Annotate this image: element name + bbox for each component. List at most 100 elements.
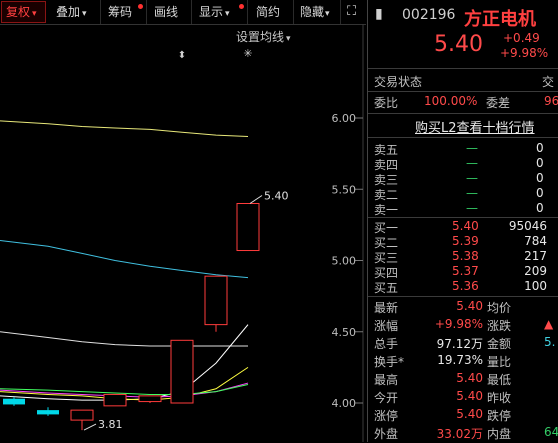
stat-label: 最低 [487, 373, 512, 387]
trade-status-value: 交 [542, 75, 555, 89]
notification-dot-icon [239, 4, 244, 9]
order-ratio-value: 100.00% [424, 94, 478, 108]
overlay-button[interactable]: 叠加 ▾ [52, 0, 101, 24]
ask-row[interactable]: 卖四 — 0 [368, 156, 558, 172]
svg-text:⬍: ⬍ [178, 50, 186, 61]
ask-volume: 0 [536, 186, 544, 200]
candle-body [103, 393, 127, 407]
stat-label: 总手 [374, 337, 399, 351]
candle-body [37, 410, 59, 415]
ma-line [0, 383, 249, 395]
candle-body [70, 409, 94, 421]
ask-price: — [466, 171, 478, 185]
stat-value: 5.40 [456, 371, 483, 385]
max-price-label: 5.40 [264, 190, 289, 203]
notification-dot-icon [138, 4, 143, 9]
stat-label: 均价 [487, 301, 512, 315]
stat-label: 涨停 [374, 409, 399, 423]
min-price-label: 3.81 [98, 418, 123, 431]
stat-row: 最高 5.40 最低 [368, 371, 558, 389]
hide-button[interactable]: 隐藏▾ [296, 0, 341, 24]
candle-body [170, 339, 194, 404]
sparkle-icon[interactable]: ✳ [243, 47, 252, 60]
restore-rights-button[interactable]: 复权 ▾ [1, 1, 46, 23]
stat-label: 昨收 [487, 391, 512, 405]
y-axis-tick-label: 4.50 [332, 326, 357, 339]
bid-price: 5.39 [452, 234, 479, 248]
kline-canvas: 6.00 5.50 5.00 4.50 4.00 5.40 3.81 ⬍ ✳ [0, 24, 364, 442]
stat-label: 涨跌 [487, 319, 512, 333]
ma-line [0, 240, 249, 279]
bid-row[interactable]: 买五 5.36 100 [368, 279, 558, 295]
simple-mode-button[interactable]: 简约 [252, 0, 294, 24]
stat-label: 最高 [374, 373, 399, 387]
display-button[interactable]: 显示 ▾ [195, 0, 248, 24]
ask-volume: 0 [536, 201, 544, 215]
chips-button[interactable]: 筹码 [104, 0, 147, 24]
stock-code: 002196 [402, 7, 456, 23]
l2-upgrade-link[interactable]: 购买L2查看十档行情 [415, 117, 535, 136]
fullscreen-icon[interactable]: ⛶ [342, 0, 366, 24]
stat-label: 涨幅 [374, 319, 399, 333]
candle-body [204, 275, 228, 326]
ask-volume: 0 [536, 171, 544, 185]
price-change-percent: +9.98% [500, 46, 549, 60]
stat-value: 5.40 [456, 407, 483, 421]
draw-line-button[interactable]: 画线 [150, 0, 192, 24]
move-up-down-icon[interactable]: ⬍ [178, 50, 186, 61]
kline-chart[interactable]: 设置均线 ▾ 6.00 5.50 5.00 4.50 4.00 5.40 3.81 ⬍ ✳ [0, 24, 366, 442]
ask-level-label: 卖一 [374, 203, 399, 217]
bid-volume: 209 [524, 264, 547, 278]
bid-volume: 784 [524, 234, 547, 248]
stock-name: 方正电机 [464, 9, 536, 30]
stat-label: 今开 [374, 391, 399, 405]
stat-label: 外盘 [374, 427, 399, 441]
order-ratio-label: 委比 [374, 96, 399, 110]
stat-value: +9.98% [434, 317, 483, 331]
bid-price: 5.40 [452, 219, 479, 233]
bid-row[interactable]: 买四 5.37 209 [368, 264, 558, 280]
stat-row: 今开 5.40 昨收 [368, 389, 558, 407]
stat-value: ▲ [544, 317, 554, 331]
ask-row[interactable]: 卖一 — 0 [368, 201, 558, 217]
bid-row[interactable]: 买一 5.40 95046 [368, 219, 558, 235]
stat-label: 量比 [487, 355, 512, 369]
price-change: +0.49 [503, 31, 540, 45]
ask-row[interactable]: 卖三 — 0 [368, 171, 558, 187]
ma-line [0, 331, 248, 347]
ask-price: — [466, 141, 478, 155]
stat-value: 33.02万 [436, 427, 483, 441]
stat-label: 跌停 [487, 409, 512, 423]
stat-value: 5. [544, 335, 556, 349]
stat-row: 涨停 5.40 跌停 [368, 407, 558, 425]
y-axis-tick-label: 4.00 [332, 397, 357, 410]
stat-label: 内盘 [487, 427, 512, 441]
bid-volume: 95046 [508, 219, 547, 233]
back-icon[interactable]: ▮ [375, 6, 383, 22]
ask-row[interactable]: 卖五 — 0 [368, 141, 558, 157]
stat-row: 外盘 33.02万 内盘 64.0 [368, 425, 558, 443]
bid-row[interactable]: 买三 5.38 217 [368, 249, 558, 265]
ma-line [0, 120, 249, 138]
last-price: 5.40 [434, 32, 483, 57]
stat-label: 金额 [487, 337, 512, 351]
stat-value: 97.12万 [436, 337, 483, 351]
min-price-pointer [83, 423, 97, 431]
stat-row: 换手* 19.73% 量比 [368, 353, 558, 371]
order-diff-label: 委差 [486, 96, 511, 110]
stat-value: 19.73% [437, 353, 483, 367]
ask-volume: 0 [536, 141, 544, 155]
bid-level-label: 买五 [374, 281, 399, 295]
bid-row[interactable]: 买二 5.39 784 [368, 234, 558, 250]
ask-volume: 0 [536, 156, 544, 170]
ask-row[interactable]: 卖二 — 0 [368, 186, 558, 202]
trade-status-label: 交易状态 [374, 75, 423, 89]
bid-price: 5.36 [452, 279, 479, 293]
candle-body [3, 398, 25, 405]
stat-row: 最新 5.40 均价 [368, 299, 558, 317]
ask-price: — [466, 186, 478, 200]
bid-price: 5.37 [452, 264, 479, 278]
stat-row: 涨幅 +9.98% 涨跌 ▲ [368, 317, 558, 335]
chart-toolbar: 复权 ▾ 叠加 ▾ 筹码 画线 显示 ▾ 简约 隐藏▾ ⛶ [0, 0, 366, 25]
stat-value: 64.0 [544, 425, 558, 439]
